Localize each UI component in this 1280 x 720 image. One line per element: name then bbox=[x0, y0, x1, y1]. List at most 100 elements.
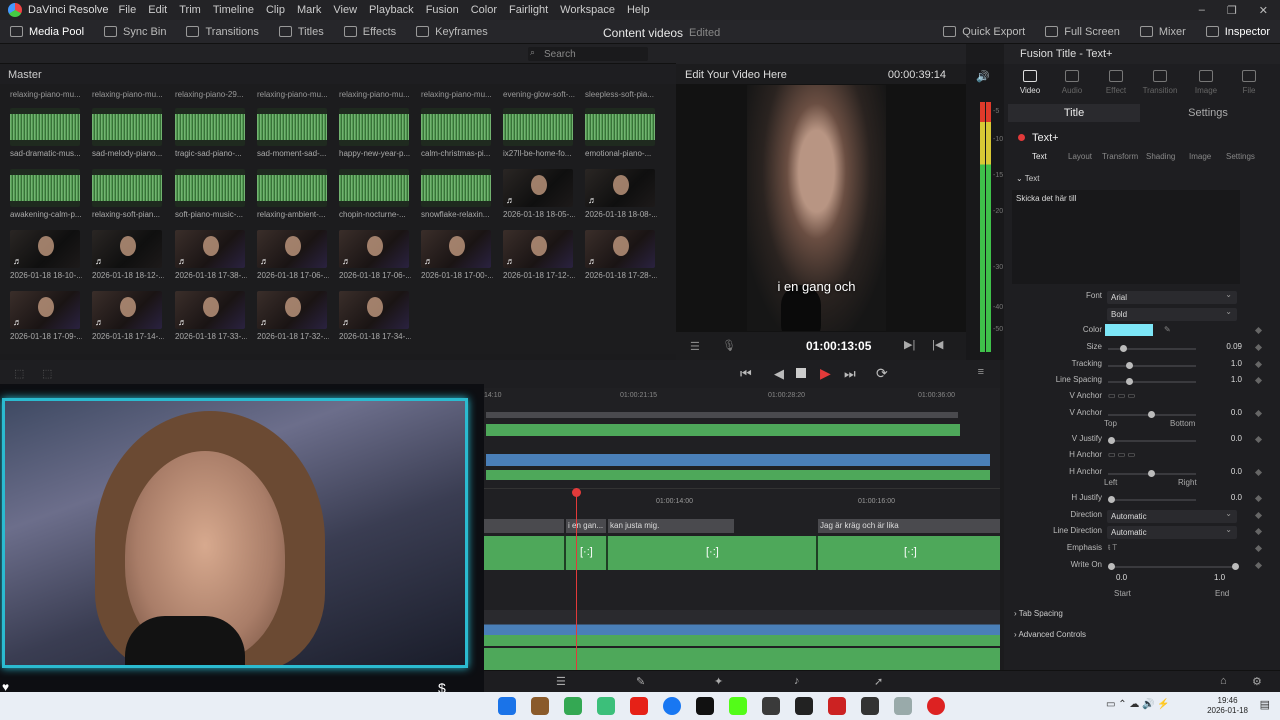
media-clip[interactable]: happy-new-year-p... bbox=[339, 108, 410, 158]
stop-icon[interactable] bbox=[796, 368, 806, 378]
media-pool-button[interactable]: Media Pool bbox=[0, 20, 94, 44]
menu-mark[interactable]: Mark bbox=[297, 4, 321, 16]
media-clip[interactable]: ♬ 2026-01-18 17-06-... bbox=[257, 230, 329, 280]
v-anchor-buttons[interactable]: ▭ ▭ ▭ bbox=[1108, 391, 1135, 400]
media-clip[interactable]: snowflake-relaxin... bbox=[421, 169, 491, 219]
media-clip[interactable]: ♬ 2026-01-18 17-34-... bbox=[339, 291, 411, 341]
maximize-icon[interactable]: ❐ bbox=[1227, 4, 1237, 17]
options-icon[interactable]: ≡ bbox=[978, 366, 984, 378]
media-clip[interactable]: ♬ 2026-01-18 18-05-... bbox=[503, 169, 575, 219]
settings-gear-icon[interactable]: ⚙ bbox=[1252, 675, 1262, 688]
home-icon[interactable]: ⌂ bbox=[1220, 675, 1227, 687]
menu-timeline[interactable]: Timeline bbox=[213, 4, 254, 16]
full-screen-button[interactable]: Full Screen bbox=[1035, 20, 1130, 44]
keyframe-icon[interactable] bbox=[1254, 561, 1263, 570]
app-icon[interactable] bbox=[597, 697, 615, 715]
titles-button[interactable]: Titles bbox=[269, 20, 334, 44]
tab-spacing-section[interactable]: › Tab Spacing bbox=[1014, 609, 1063, 618]
speaker-icon[interactable]: 🔊 bbox=[976, 70, 990, 83]
edge-icon[interactable] bbox=[498, 697, 516, 715]
h-justify-slider[interactable] bbox=[1108, 496, 1196, 503]
advanced-controls-section[interactable]: › Advanced Controls bbox=[1014, 630, 1086, 639]
menu-trim[interactable]: Trim bbox=[179, 4, 201, 16]
keyframe-icon[interactable] bbox=[1254, 511, 1263, 520]
node-tab-transform[interactable]: Transform bbox=[1102, 152, 1138, 161]
emphasis-buttons[interactable]: ŧ T bbox=[1108, 543, 1117, 552]
skip-forward-icon[interactable]: ⏭ bbox=[844, 366, 856, 382]
color-swatch[interactable] bbox=[1105, 324, 1153, 336]
tab-transition[interactable]: Transition bbox=[1142, 70, 1178, 95]
app-icon[interactable] bbox=[531, 697, 549, 715]
tab-video[interactable]: Video bbox=[1012, 70, 1048, 95]
play-reverse-icon[interactable]: ◀ bbox=[774, 366, 784, 382]
media-clip[interactable]: ♬ 2026-01-18 17-38-... bbox=[175, 230, 247, 280]
keyframe-icon[interactable] bbox=[1254, 544, 1263, 553]
direction-dropdown[interactable]: Automatic bbox=[1107, 509, 1237, 523]
media-clip[interactable]: relaxing-ambient-... bbox=[257, 169, 327, 219]
write-on-start-value[interactable]: 0.0 bbox=[1116, 573, 1127, 582]
playhead[interactable] bbox=[576, 488, 577, 670]
loop-icon[interactable]: ⟳ bbox=[876, 365, 888, 382]
keyframe-icon[interactable] bbox=[1254, 343, 1263, 352]
effects-button[interactable]: Effects bbox=[334, 20, 406, 44]
media-clip[interactable]: ♬ 2026-01-18 18-08-... bbox=[585, 169, 657, 219]
node-tab-shading[interactable]: Shading bbox=[1146, 152, 1175, 161]
tab-effect[interactable]: Effect bbox=[1098, 70, 1134, 95]
tab-audio[interactable]: Audio bbox=[1054, 70, 1090, 95]
line-direction-dropdown[interactable]: Automatic bbox=[1107, 525, 1237, 539]
node-tab-layout[interactable]: Layout bbox=[1068, 152, 1092, 161]
media-clip[interactable]: sad-moment-sad-... bbox=[257, 108, 327, 158]
v-anchor-slider[interactable] bbox=[1108, 411, 1196, 418]
tool-icon[interactable]: ⬚ bbox=[14, 367, 24, 380]
h-anchor-slider[interactable] bbox=[1108, 470, 1196, 477]
media-clip[interactable]: ♬ 2026-01-18 17-33-... bbox=[175, 291, 247, 341]
audio-track[interactable] bbox=[484, 648, 1000, 670]
v-justify-slider[interactable] bbox=[1108, 437, 1196, 444]
subtitle-clip[interactable]: kan justa mig. bbox=[608, 519, 734, 533]
settings-icon[interactable]: ☰ bbox=[690, 340, 700, 353]
app-icon[interactable] bbox=[762, 697, 780, 715]
capcut-icon[interactable] bbox=[795, 697, 813, 715]
media-clip[interactable]: ♬ 2026-01-18 17-14-... bbox=[92, 291, 164, 341]
v-justify-value[interactable]: 0.0 bbox=[1212, 434, 1242, 443]
keyframe-icon[interactable] bbox=[1254, 527, 1263, 536]
mixer-button[interactable]: Mixer bbox=[1130, 20, 1196, 44]
media-clip[interactable]: awakening-calm-p... bbox=[10, 169, 82, 219]
prev-edit-icon[interactable]: |◀ bbox=[932, 338, 943, 351]
menu-fairlight[interactable]: Fairlight bbox=[509, 4, 548, 16]
facebook-icon[interactable] bbox=[663, 697, 681, 715]
tiktok-icon[interactable] bbox=[696, 697, 714, 715]
mic-icon[interactable]: 🎙 bbox=[722, 339, 736, 352]
keyframe-icon[interactable] bbox=[1254, 409, 1263, 418]
menu-fusion[interactable]: Fusion bbox=[426, 4, 459, 16]
text-input[interactable]: Skicka det här till bbox=[1012, 190, 1240, 284]
menu-help[interactable]: Help bbox=[627, 4, 650, 16]
app-icon[interactable] bbox=[828, 697, 846, 715]
media-clip[interactable]: calm-christmas-pi... bbox=[421, 108, 491, 158]
write-on-end-value[interactable]: 1.0 bbox=[1214, 573, 1225, 582]
tab-image[interactable]: Image bbox=[1188, 70, 1224, 95]
line-spacing-slider[interactable] bbox=[1108, 378, 1196, 385]
media-clip[interactable]: ♬ 2026-01-18 17-28-... bbox=[585, 230, 657, 280]
media-clip[interactable]: chopin-nocturne-... bbox=[339, 169, 409, 219]
subtitle-clip[interactable]: Jag är kräg och är lika bbox=[818, 519, 1000, 533]
edit-page-icon[interactable]: ☰ bbox=[556, 675, 566, 688]
node-tab-text[interactable]: Text bbox=[1032, 152, 1047, 161]
keyframe-icon[interactable] bbox=[1254, 435, 1263, 444]
title-track[interactable] bbox=[484, 536, 1000, 570]
media-clip[interactable]: tragic-sad-piano-... bbox=[175, 108, 245, 158]
v-anchor-value[interactable]: 0.0 bbox=[1212, 408, 1242, 417]
menu-playback[interactable]: Playback bbox=[369, 4, 414, 16]
media-clip[interactable]: ♬ 2026-01-18 18-10-... bbox=[10, 230, 82, 280]
inspector-button[interactable]: Inspector bbox=[1196, 20, 1280, 44]
eyedropper-icon[interactable]: ✎ bbox=[1164, 325, 1171, 334]
color-page-icon[interactable]: ✦ bbox=[714, 675, 723, 688]
deliver-page-icon[interactable]: ➚ bbox=[874, 675, 883, 688]
kick-icon[interactable] bbox=[729, 697, 747, 715]
tracking-slider[interactable] bbox=[1108, 362, 1196, 369]
keyframe-icon[interactable] bbox=[1254, 468, 1263, 477]
media-clip[interactable]: ♬ 2026-01-18 18-12-... bbox=[92, 230, 164, 280]
menu-file[interactable]: File bbox=[119, 4, 137, 16]
keyframe-icon[interactable] bbox=[1254, 494, 1263, 503]
size-value[interactable]: 0.09 bbox=[1212, 342, 1242, 351]
